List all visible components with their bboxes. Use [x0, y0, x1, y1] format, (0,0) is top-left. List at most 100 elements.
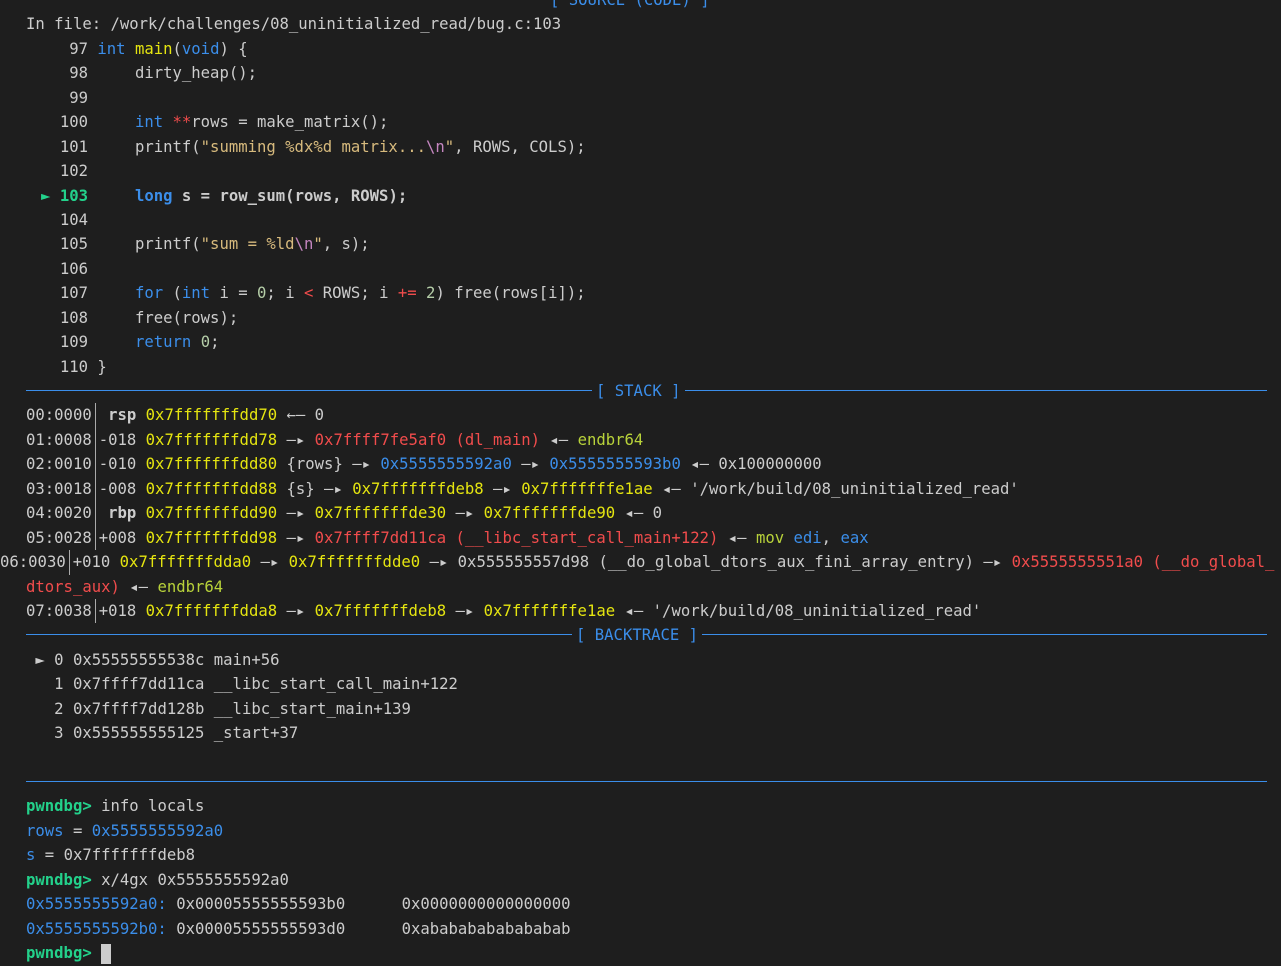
source-code: 97 int main(void) {98 dirty_heap(); 99 10…: [26, 37, 1281, 379]
source-line: 102: [26, 159, 1281, 183]
source-line: 98 dirty_heap();: [26, 61, 1281, 85]
console-line: pwndbg> info locals: [26, 794, 1281, 818]
frame-address: 0x555555555125: [72, 724, 214, 743]
prompt: pwndbg>: [26, 870, 92, 889]
memory-value: 0x00005555555593d0: [176, 919, 346, 938]
line-number: 100: [59, 113, 88, 132]
stack-divider: [94, 525, 96, 551]
console-separator-rule: [26, 781, 1267, 783]
frame-number: 3: [54, 724, 73, 743]
console-separator: [26, 770, 1281, 794]
memory-row: 0x5555555592b0: 0x00005555555593d0 0xaba…: [26, 917, 1281, 941]
backtrace-view: ► 0 0x55555555538c main+56 1 0x7ffff7dd1…: [26, 648, 1281, 746]
stack-header-title: [ STACK ]: [592, 379, 685, 404]
console-line: pwndbg> x/4gx 0x5555555592a0: [26, 868, 1281, 892]
source-line: 108 free(rows);: [26, 306, 1281, 330]
source-line: 100 int **rows = make_matrix();: [26, 110, 1281, 134]
stack-offset: +008: [98, 528, 137, 547]
stack-divider: [94, 427, 96, 453]
source-line: 109 return 0;: [26, 330, 1281, 354]
stack-value: 0x7fffffffdd90 —▸ 0x7fffffffde30 —▸ 0x7f…: [145, 504, 663, 523]
stack-value: 0x7fffffffdd78 —▸ 0x7ffff7fe5af0 (dl_mai…: [145, 430, 644, 449]
backtrace-frame[interactable]: 1 0x7ffff7dd11ca __libc_start_call_main+…: [26, 672, 1281, 696]
frame-symbol: __libc_start_call_main+122: [213, 675, 458, 694]
stack-offset: -008: [98, 479, 137, 498]
code-text: printf("sum = %ld\n", s);: [97, 235, 370, 254]
stack-index: 01:0008: [26, 430, 92, 449]
stack-index: 04:0020: [26, 504, 92, 523]
stack-index: 05:0028: [26, 528, 92, 547]
stack-divider: [94, 403, 96, 428]
stack-divider: [94, 476, 96, 502]
text-cursor[interactable]: [101, 943, 112, 964]
stack-value: 0x7fffffffdd88 {s} —▸ 0x7fffffffdeb8 —▸ …: [145, 479, 1019, 498]
line-number: 109: [59, 333, 88, 352]
console-line: rows = 0x5555555592a0: [26, 821, 224, 840]
line-number: 108: [59, 308, 88, 327]
stack-offset: -010: [98, 455, 137, 474]
frame-address: 0x55555555538c: [72, 650, 214, 669]
backtrace-frame[interactable]: ► 0 0x55555555538c main+56: [26, 648, 1281, 672]
frame-marker: [26, 700, 54, 718]
stack-offset: +010: [72, 553, 111, 572]
source-line: 97 int main(void) {: [26, 37, 1281, 61]
stack-divider: [94, 501, 96, 526]
frame-marker: [26, 675, 54, 693]
stack-row: 03:0018 -008 0x7fffffffdd88 {s} —▸ 0x7fff…: [26, 476, 1281, 502]
stack-row: 06:0030 +010 0x7fffffffdda0 —▸ 0x7fffffff…: [0, 550, 1281, 599]
stack-offset: rbp: [98, 504, 137, 523]
stack-value: 0x7fffffffdd80 {rows} —▸ 0x5555555592a0 …: [145, 455, 822, 474]
frame-number: 2: [54, 699, 73, 718]
local-value: 0x5555555592a0: [91, 821, 224, 840]
stack-offset: +018: [98, 601, 137, 620]
stack-value: 0x7fffffffdda0 —▸ 0x7fffffffdde0 —▸ 0x55…: [26, 553, 1275, 596]
line-number: 102: [59, 162, 88, 181]
memory-row: 0x5555555592a0: 0x00005555555593b0 0x000…: [26, 892, 1281, 916]
stack-offset: -018: [98, 430, 137, 449]
local-name: rows: [26, 821, 64, 840]
stack-index: 07:0038: [26, 601, 92, 620]
prompt: pwndbg>: [26, 797, 92, 816]
line-number: 98: [69, 64, 88, 83]
stack-row: 05:0028 +008 0x7fffffffdd98 —▸ 0x7ffff7dd…: [26, 525, 1281, 551]
frame-symbol: main+56: [213, 650, 280, 669]
stack-view: 00:0000 rsp 0x7fffffffdd70 ←— 0 01:0008 -0…: [0, 403, 1281, 624]
stack-offset: rsp: [98, 406, 137, 425]
frame-address: 0x7ffff7dd11ca: [72, 675, 214, 694]
code-text: int main(void) {: [97, 39, 248, 58]
stack-index: 02:0010: [26, 455, 92, 474]
source-header: [ SOURCE (CODE) ]: [26, 0, 1281, 13]
backtrace-header: [ BACKTRACE ]: [26, 623, 1281, 648]
prompt: pwndbg>: [26, 944, 92, 963]
source-line: 99: [26, 86, 1281, 110]
code-text: for (int i = 0; i < ROWS; i += 2) free(r…: [134, 284, 586, 303]
backtrace-frame[interactable]: 3 0x555555555125 _start+37: [26, 721, 1281, 745]
stack-index: 06:0030: [0, 553, 66, 572]
source-line: 106: [26, 257, 1281, 281]
stack-index: 00:0000: [26, 406, 92, 425]
command-text: info locals: [101, 797, 205, 816]
line-number: 110: [59, 357, 88, 376]
source-line: 107 for (int i = 0; i < ROWS; i += 2) fr…: [26, 281, 1281, 305]
line-number: 107: [59, 284, 88, 303]
source-line: 101 printf("summing %dx%d matrix...\n", …: [26, 135, 1281, 159]
stack-row: 02:0010 -010 0x7fffffffdd80 {rows} —▸ 0x5…: [26, 452, 1281, 477]
memory-value: 0x0000000000000000: [401, 895, 571, 914]
command-text: x/4gx 0x5555555592a0: [101, 870, 289, 889]
memory-value: 0x00005555555593b0: [176, 895, 346, 914]
memory-address: 0x5555555592a0:: [26, 895, 167, 914]
line-number: 104: [59, 210, 88, 229]
stack-row: 01:0008 -018 0x7fffffffdd78 —▸ 0x7ffff7fe…: [26, 427, 1281, 453]
frame-number: 0: [54, 650, 73, 669]
frame-symbol: _start+37: [213, 724, 299, 743]
terminal[interactable]: [ SOURCE (CODE) ] In file: /work/challen…: [0, 0, 1281, 964]
line-number: 101: [59, 137, 88, 156]
stack-value: 0x7fffffffdd70 ←— 0: [145, 406, 325, 425]
backtrace-frame[interactable]: 2 0x7ffff7dd128b __libc_start_main+139: [26, 697, 1281, 721]
stack-row: 07:0038 +018 0x7fffffffdda8 —▸ 0x7fffffff…: [26, 598, 1281, 624]
code-text: return 0;: [134, 333, 220, 352]
code-text: printf("summing %dx%d matrix...\n", ROWS…: [97, 137, 586, 156]
input-line[interactable]: pwndbg>: [26, 941, 1281, 965]
stack-value: 0x7fffffffdda8 —▸ 0x7fffffffdeb8 —▸ 0x7f…: [145, 601, 982, 620]
source-header-title: [ SOURCE (CODE) ]: [546, 0, 714, 13]
